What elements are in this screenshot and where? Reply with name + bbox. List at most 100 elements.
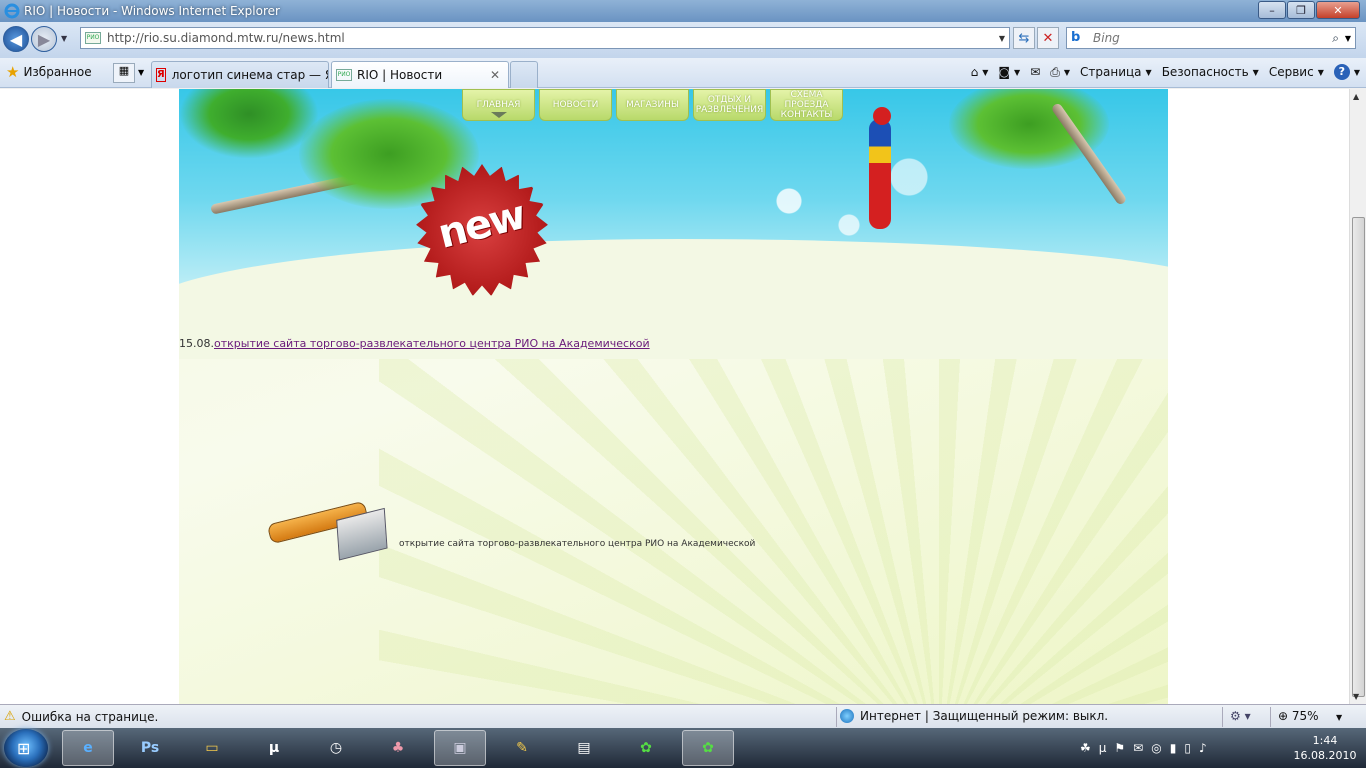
scroll-up-icon[interactable]: ▲ — [1353, 92, 1359, 101]
taskbar-clock-app[interactable]: ◷ — [310, 730, 362, 766]
security-zone[interactable]: Интернет | Защищенный режим: выкл. — [840, 709, 1108, 723]
taskbar-ie[interactable]: e — [62, 730, 114, 766]
address-toolbar: ◀ ▶ ▼ РИО http://rio.su.diamond.mtw.ru/n… — [0, 22, 1366, 58]
window-controls: – ❐ ✕ — [1257, 1, 1360, 19]
battery-icon[interactable]: ▯ — [1184, 741, 1191, 755]
tools-menu[interactable]: Сервис ▼ — [1269, 65, 1324, 79]
feeds-button[interactable]: ◙ ▼ — [998, 65, 1020, 79]
news-link[interactable]: открытие сайта торгово-развлекательного … — [214, 337, 650, 350]
taskbar-app[interactable]: ♣ — [372, 730, 424, 766]
address-bar[interactable]: РИО http://rio.su.diamond.mtw.ru/news.ht… — [80, 27, 1010, 49]
zoom-icon: ⊕ — [1278, 709, 1289, 723]
signal-icon[interactable]: ▮ — [1170, 741, 1177, 755]
help-icon: ? — [1333, 64, 1350, 80]
taskbar-photoshop[interactable]: Ps — [124, 730, 176, 766]
mail-icon: ✉ — [1030, 65, 1041, 79]
new-tab-button[interactable] — [510, 61, 538, 88]
minimize-button[interactable]: – — [1258, 1, 1286, 19]
home-button[interactable]: ⌂ ▼ — [971, 65, 989, 79]
protected-mode-icon[interactable]: ⚙ ▾ — [1230, 709, 1251, 723]
background-fronds — [379, 359, 1168, 704]
photoshop-icon: Ps — [140, 740, 160, 756]
page-error-indicator[interactable]: ⚠ Ошибка на странице. — [4, 709, 158, 724]
maximize-button[interactable]: ❐ — [1287, 1, 1315, 19]
tray-utorrent-icon[interactable]: µ — [1099, 741, 1107, 755]
tray-app-icon[interactable]: ☘ — [1080, 741, 1091, 755]
site-nav: ГЛАВНАЯ НОВОСТИ МАГАЗИНЫ ОТДЫХ И РАЗВЛЕЧ… — [462, 89, 847, 121]
page-menu[interactable]: Страница ▼ — [1080, 65, 1152, 79]
history-dropdown[interactable]: ▼ — [61, 34, 67, 43]
scrollbar-thumb[interactable] — [1352, 217, 1365, 697]
taskbar-pen-app[interactable]: ✎ — [496, 730, 548, 766]
taskbar-icq[interactable]: ✿ — [620, 730, 672, 766]
windows-logo-icon: ⊞ — [17, 739, 31, 758]
vertical-scrollbar[interactable]: ▲ ▼ — [1349, 89, 1366, 704]
volume-icon[interactable]: ♪ — [1199, 741, 1207, 755]
nav-shops-label: МАГАЗИНЫ — [626, 100, 679, 110]
tab-close-icon[interactable]: ✕ — [490, 68, 500, 82]
nav-directions-label: СХЕМА ПРОЕЗДА КОНТАКТЫ — [780, 90, 833, 120]
tabs-toolbar: ★ Избранное ▦ ▼ Я логотип синема стар — … — [0, 58, 1366, 88]
forward-button[interactable]: ▶ — [31, 26, 57, 52]
nav-shops[interactable]: МАГАЗИНЫ — [616, 89, 689, 121]
folder-icon: ▭ — [205, 740, 219, 756]
nav-home[interactable]: ГЛАВНАЯ — [462, 89, 535, 121]
search-icon[interactable]: ⌕ — [1332, 31, 1339, 46]
warning-icon: ⚠ — [4, 709, 16, 724]
tray-network-app-icon[interactable]: ◎ — [1151, 741, 1161, 755]
start-button[interactable]: ⊞ — [4, 729, 48, 767]
refresh-button[interactable]: ⇆ — [1013, 27, 1035, 49]
favorites-button[interactable]: ★ Избранное — [6, 63, 92, 81]
zoom-dropdown[interactable]: ▼ — [1336, 713, 1342, 722]
stop-icon: ✕ — [1042, 30, 1054, 46]
help-button[interactable]: ? ▼ — [1333, 64, 1360, 80]
system-tray: ☘ µ ⚑ ✉ ◎ ▮ ▯ ♪ — [1080, 728, 1215, 768]
bing-icon: b — [1071, 30, 1081, 45]
safety-menu[interactable]: Безопасность ▼ — [1162, 65, 1259, 79]
clock-time: 1:44 — [1312, 734, 1338, 747]
nav-active-arrow-icon — [491, 112, 507, 118]
security-zone-text: Интернет | Защищенный режим: выкл. — [860, 709, 1109, 723]
address-url: http://rio.su.diamond.mtw.ru/news.html — [107, 31, 345, 45]
address-dropdown[interactable]: ▼ — [999, 34, 1005, 43]
tab-rio-news[interactable]: РИО RIO | Новости ✕ — [331, 61, 509, 88]
globe-icon — [840, 709, 854, 723]
taskbar-explorer[interactable]: ▭ — [186, 730, 238, 766]
decor-swirls — [699, 129, 999, 249]
parrot-image — [869, 107, 891, 229]
mail-button[interactable]: ✉ — [1030, 65, 1040, 79]
window-title: RIO | Новости - Windows Internet Explore… — [24, 4, 280, 18]
page-viewport: ГЛАВНАЯ НОВОСТИ МАГАЗИНЫ ОТДЫХ И РАЗВЛЕЧ… — [0, 89, 1349, 704]
ie-icon: e — [83, 740, 93, 756]
game-icon: ▣ — [453, 740, 467, 756]
stop-button[interactable]: ✕ — [1037, 27, 1059, 49]
search-dropdown[interactable]: ▼ — [1345, 34, 1351, 43]
scroll-down-icon[interactable]: ▼ — [1353, 692, 1359, 701]
news-caption: открытие сайта торгово-развлекательного … — [399, 539, 756, 549]
back-button[interactable]: ◀ — [3, 26, 29, 52]
close-button[interactable]: ✕ — [1316, 1, 1360, 19]
tab-yandex[interactable]: Я логотип синема стар — Я... — [151, 61, 329, 88]
search-box[interactable]: b ⌕ ▼ — [1066, 27, 1356, 49]
taskbar-utorrent[interactable]: µ — [248, 730, 300, 766]
tab-list-dropdown[interactable]: ▼ — [138, 68, 144, 77]
taskbar-game[interactable]: ▣ — [434, 730, 486, 766]
taskbar-icq-2[interactable]: ✿ — [682, 730, 734, 766]
ie-icon — [4, 3, 20, 19]
clock-date: 16.08.2010 — [1293, 749, 1357, 762]
search-input[interactable] — [1093, 31, 1313, 45]
site-favicon-icon: РИО — [336, 69, 352, 81]
quick-tabs-button[interactable]: ▦ — [113, 63, 135, 83]
site-body: ГЛАВНАЯ НОВОСТИ МАГАЗИНЫ ОТДЫХ И РАЗВЛЕЧ… — [179, 89, 1168, 704]
nav-directions[interactable]: СХЕМА ПРОЕЗДА КОНТАКТЫ — [770, 89, 843, 121]
nav-news[interactable]: НОВОСТИ — [539, 89, 612, 121]
flag-icon[interactable]: ⚑ — [1114, 741, 1125, 755]
taskbar-scanner[interactable]: ▤ — [558, 730, 610, 766]
nav-leisure[interactable]: ОТДЫХ И РАЗВЛЕЧЕНИЯ — [693, 89, 766, 121]
zoom-level[interactable]: ⊕ 75% — [1278, 709, 1319, 723]
print-button[interactable]: ⎙ ▼ — [1050, 65, 1070, 80]
printer-icon: ⎙ — [1050, 64, 1060, 79]
tray-lang-icon[interactable]: ✉ — [1133, 741, 1143, 755]
system-clock[interactable]: 1:44 16.08.2010 — [1290, 733, 1360, 763]
zoom-text: 75% — [1291, 709, 1319, 723]
